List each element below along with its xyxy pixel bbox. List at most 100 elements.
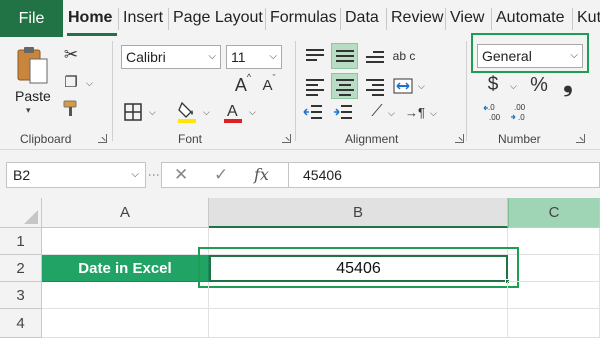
angle-text-icon: ⟋ xyxy=(371,103,383,120)
align-left-icon[interactable] xyxy=(306,79,324,99)
cell-c1[interactable] xyxy=(508,228,600,255)
cell-c4[interactable] xyxy=(508,309,600,338)
grow-font-label: A xyxy=(234,74,247,95)
enter-icon[interactable]: ✓ xyxy=(214,163,228,187)
font-group-label: Font xyxy=(178,132,203,146)
svg-text:A: A xyxy=(227,103,238,120)
tab-formulas[interactable]: Formulas xyxy=(270,8,337,28)
currency-button[interactable]: $ xyxy=(484,73,502,97)
number-format-highlight xyxy=(471,33,589,73)
paste-button[interactable]: Paste ▾ xyxy=(10,45,54,115)
cell-c3[interactable] xyxy=(508,282,600,309)
tab-review[interactable]: Review xyxy=(391,8,443,28)
column-header-b[interactable]: B xyxy=(209,198,508,228)
chevron-down-icon: ⌵ xyxy=(131,169,139,180)
tab-divider xyxy=(491,8,492,30)
row-header-4[interactable]: 4 xyxy=(0,309,42,338)
comma-style-button[interactable]: ❟ xyxy=(560,70,576,97)
svg-text:.0: .0 xyxy=(488,103,495,112)
tab-home[interactable]: Home xyxy=(68,8,112,28)
fill-color-dropdown-icon[interactable]: ⌵ xyxy=(203,107,210,118)
svg-text:.00: .00 xyxy=(514,103,526,112)
grow-font-button[interactable]: A ^ xyxy=(232,72,254,97)
align-right-icon[interactable] xyxy=(366,79,384,99)
font-color-dropdown-icon[interactable]: ⌵ xyxy=(249,107,256,118)
tab-page-layout[interactable]: Page Layout xyxy=(173,8,263,28)
format-painter-icon[interactable] xyxy=(62,99,82,119)
select-all-button[interactable] xyxy=(0,198,42,228)
orientation-dropdown-icon[interactable]: ⌵ xyxy=(388,108,395,119)
name-box[interactable]: B2 ⌵ xyxy=(6,162,146,188)
font-name-value: Calibri xyxy=(126,49,166,65)
resize-handle-icon[interactable]: ⋮ xyxy=(147,169,161,181)
decrease-decimal-icon: .00.0 xyxy=(511,103,526,122)
cell-c2[interactable] xyxy=(508,255,600,282)
increase-decimal-button[interactable]: .0.00 xyxy=(483,101,505,123)
tab-data[interactable]: Data xyxy=(345,8,379,28)
decrease-indent-icon xyxy=(303,105,322,119)
bottom-align-icon[interactable] xyxy=(366,51,384,66)
tab-file[interactable]: File xyxy=(0,0,63,37)
top-align-icon[interactable] xyxy=(306,49,324,64)
tab-automate[interactable]: Automate xyxy=(496,8,564,28)
increase-indent-button[interactable] xyxy=(332,101,354,123)
tab-divider xyxy=(445,8,446,30)
cancel-icon[interactable]: ✕ xyxy=(174,163,188,187)
copy-dropdown-icon[interactable]: ⌵ xyxy=(86,78,93,89)
alignment-launcher-icon[interactable] xyxy=(455,134,464,143)
tab-divider xyxy=(265,8,266,30)
shrink-font-button[interactable]: Aˇ xyxy=(258,73,280,97)
font-color-button[interactable]: A xyxy=(222,99,244,125)
borders-dropdown-icon[interactable]: ⌵ xyxy=(149,107,156,118)
row-header-3[interactable]: 3 xyxy=(0,282,42,309)
row-header-2[interactable]: 2 xyxy=(0,255,42,282)
currency-dropdown-icon[interactable]: ⌵ xyxy=(510,81,517,92)
font-size-combo[interactable]: 11 ⌵ xyxy=(226,45,282,69)
tab-view[interactable]: View xyxy=(450,8,484,28)
orientation-button[interactable]: ab c xyxy=(392,43,416,69)
number-launcher-icon[interactable] xyxy=(576,134,585,143)
text-direction-button[interactable]: →¶ xyxy=(404,101,426,123)
font-name-combo[interactable]: Calibri ⌵ xyxy=(121,45,221,69)
decrease-indent-button[interactable] xyxy=(302,101,324,123)
cell-a4[interactable] xyxy=(42,309,209,338)
insert-function-icon[interactable]: fx xyxy=(254,163,269,187)
cell-a1[interactable] xyxy=(42,228,209,255)
shrink-font-label: A xyxy=(262,76,273,94)
chevron-down-icon: ⌵ xyxy=(208,51,216,62)
cell-b3[interactable] xyxy=(209,282,508,309)
column-header-a[interactable]: A xyxy=(42,198,209,228)
currency-icon: $ xyxy=(487,74,499,95)
formula-input[interactable]: 45406 xyxy=(289,162,600,188)
ribbon: Paste ▾ ✂ ❐ ⌵ Clipboard Calibri ⌵ 11 ⌵ A… xyxy=(0,33,600,150)
column-header-c[interactable]: C xyxy=(508,198,600,228)
cell-b4[interactable] xyxy=(209,309,508,338)
cell-a3[interactable] xyxy=(42,282,209,309)
tab-divider xyxy=(118,8,119,30)
tab-divider xyxy=(386,8,387,30)
group-divider xyxy=(112,41,113,141)
borders-button[interactable] xyxy=(122,101,144,123)
text-direction-dropdown-icon[interactable]: ⌵ xyxy=(430,108,437,119)
copy-icon[interactable]: ❐ xyxy=(62,72,80,92)
name-box-value: B2 xyxy=(13,167,31,183)
wrap-text-button[interactable] xyxy=(392,75,414,97)
paste-dropdown-icon[interactable]: ▾ xyxy=(26,105,31,116)
orientation-icon: ab c xyxy=(392,48,416,63)
number-group-label: Number xyxy=(498,132,541,146)
formula-buttons: ✕ ✓ fx xyxy=(161,162,289,188)
clipboard-launcher-icon[interactable] xyxy=(98,134,107,143)
merge-dropdown-icon[interactable]: ⌵ xyxy=(418,81,425,92)
decrease-decimal-icon-button[interactable]: .00.0 xyxy=(510,101,532,123)
percent-button[interactable]: % xyxy=(528,73,550,97)
paste-icon xyxy=(17,47,48,84)
tab-insert[interactable]: Insert xyxy=(123,8,163,28)
tab-kutools[interactable]: Kut xyxy=(577,8,600,28)
fill-color-button[interactable] xyxy=(176,99,198,125)
row-header-1[interactable]: 1 xyxy=(0,228,42,255)
orientation-angle-button[interactable]: ⟋ xyxy=(366,101,388,123)
cut-icon[interactable]: ✂ xyxy=(62,45,80,65)
cell-a2[interactable]: Date in Excel xyxy=(42,255,209,282)
borders-icon xyxy=(124,103,142,121)
font-launcher-icon[interactable] xyxy=(282,134,291,143)
